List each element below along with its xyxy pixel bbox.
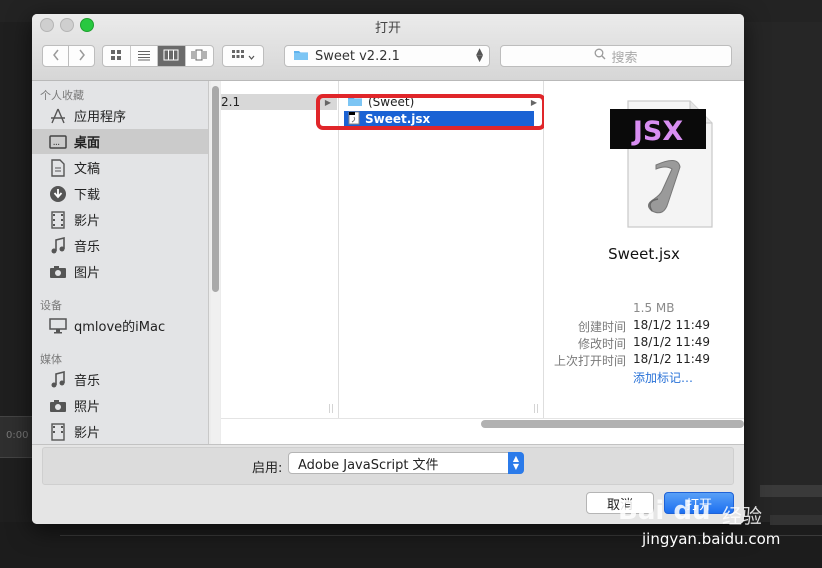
watermark-url: jingyan.baidu.com xyxy=(642,530,781,548)
sidebar: 个人收藏 应用程序 ... 桌面 文稿 下载 影片 音乐 图片 设备 qmlov… xyxy=(32,81,209,444)
jsx-file-icon: JSX xyxy=(608,95,714,231)
preview-last-opened-value: 18/1/2 11:49 xyxy=(633,352,711,366)
sidebar-item-label: qmlove的iMac xyxy=(74,320,166,335)
sidebar-item-media-photos[interactable]: 照片 xyxy=(32,393,208,418)
enable-select-value: Adobe JavaScript 文件 xyxy=(298,457,439,473)
preview-modified-value: 18/1/2 11:49 xyxy=(633,335,711,349)
preview-last-opened-label: 上次打开时间 xyxy=(553,354,626,368)
window-title: 打开 xyxy=(374,21,401,36)
search-field[interactable]: 搜索 xyxy=(500,45,732,67)
back-button[interactable] xyxy=(42,45,69,67)
preview-pane: JSX Sweet.jsx 1.5 MB 创建时间 18/1/2 11:49 修… xyxy=(544,81,744,418)
sidebar-item-label: 影片 xyxy=(74,426,101,441)
add-tags-link[interactable]: 添加标记… xyxy=(633,369,693,386)
preview-created-value: 18/1/2 11:49 xyxy=(633,318,711,332)
annotation-highlight-box xyxy=(316,94,546,130)
sidebar-section-media: 媒体 xyxy=(40,353,62,366)
list-view-button[interactable] xyxy=(131,46,158,66)
background-app-left-panel xyxy=(0,22,32,568)
sidebar-item-downloads[interactable]: 下载 xyxy=(32,181,208,206)
browser-column-2: (Sweet) ▶ Sweet.jsx || xyxy=(339,81,544,418)
search-icon xyxy=(594,48,606,64)
location-popup[interactable]: Sweet v2.2.1 ▲ ▼ xyxy=(284,45,490,67)
sidebar-item-label: 影片 xyxy=(74,214,101,229)
sidebar-item-documents[interactable]: 文稿 xyxy=(32,155,208,180)
movies-icon xyxy=(48,422,68,441)
preview-modified-label: 修改时间 xyxy=(577,337,626,351)
sidebar-item-label: 桌面 xyxy=(74,136,101,151)
jsx-badge-text: JSX xyxy=(631,116,683,147)
chevron-down-icon xyxy=(248,49,255,63)
movies-icon xyxy=(48,210,68,229)
svg-text:...: ... xyxy=(53,140,60,147)
sidebar-item-label: 下载 xyxy=(74,188,101,203)
applications-icon xyxy=(48,107,68,125)
sidebar-section-devices: 设备 xyxy=(40,299,62,312)
sidebar-item-desktop[interactable]: ... 桌面 xyxy=(32,129,208,154)
enable-label: 启用: xyxy=(252,461,283,476)
cover-flow-icon xyxy=(190,49,208,64)
view-mode-selector xyxy=(102,45,214,67)
sidebar-item-label: 图片 xyxy=(74,266,101,281)
background-time-text: 0:00 xyxy=(6,430,29,441)
column-resize-handle[interactable]: || xyxy=(328,404,334,414)
arrange-grid-icon xyxy=(231,49,245,64)
baidu-watermark: Bai du 经验 jingyan.baidu.com xyxy=(612,492,792,562)
sidebar-item-applications[interactable]: 应用程序 xyxy=(32,103,208,128)
forward-button[interactable] xyxy=(68,45,95,67)
sidebar-item-media-movies[interactable]: 影片 xyxy=(32,419,208,444)
computer-icon xyxy=(48,317,68,335)
open-file-dialog: 打开 Sweet v2.2.1 ▲ ▼ 搜索 个人收藏 应用程序 ... 桌面 … xyxy=(32,14,744,524)
grid-icon xyxy=(110,49,122,64)
photos-icon xyxy=(48,397,68,415)
updown-chevron-icon: ▲ ▼ xyxy=(508,452,524,474)
sidebar-item-label: 音乐 xyxy=(74,374,101,389)
chevron-left-icon xyxy=(52,49,60,64)
sidebar-scrollbar-thumb[interactable] xyxy=(212,86,219,292)
folder-icon xyxy=(293,48,309,65)
sidebar-section-favorites: 个人收藏 xyxy=(40,89,84,102)
list-icon xyxy=(137,49,151,64)
horizontal-scrollbar-thumb[interactable] xyxy=(481,420,744,428)
documents-icon xyxy=(48,158,68,177)
columns-icon xyxy=(163,49,179,64)
sidebar-item-label: 应用程序 xyxy=(74,110,127,125)
preview-created-label: 创建时间 xyxy=(577,320,626,334)
browser-column-1: 2.1 ▶ || xyxy=(221,81,339,418)
search-placeholder: 搜索 xyxy=(611,50,638,66)
sidebar-item-movies[interactable]: 影片 xyxy=(32,207,208,232)
cover-flow-button[interactable] xyxy=(186,46,213,66)
watermark-logo: Bai du xyxy=(618,496,711,526)
music-icon xyxy=(48,236,68,255)
enable-file-type-select[interactable]: Adobe JavaScript 文件 ▲ ▼ xyxy=(288,452,524,474)
watermark-text: 经验 xyxy=(722,504,762,528)
music-icon xyxy=(48,370,68,389)
sidebar-item-imac[interactable]: qmlove的iMac xyxy=(32,313,208,338)
sidebar-item-media-music[interactable]: 音乐 xyxy=(32,367,208,392)
chevron-right-icon xyxy=(78,49,86,64)
downloads-icon xyxy=(48,185,68,203)
dialog-titlebar: 打开 Sweet v2.2.1 ▲ ▼ 搜索 xyxy=(32,14,744,81)
sidebar-item-music[interactable]: 音乐 xyxy=(32,233,208,258)
arrange-button[interactable] xyxy=(222,45,264,67)
pictures-icon xyxy=(48,263,68,281)
preview-file-size: 1.5 MB xyxy=(633,301,675,315)
column-view-button[interactable] xyxy=(158,46,186,66)
column-item-label: 2.1 xyxy=(221,95,241,109)
sidebar-item-label: 文稿 xyxy=(74,162,101,177)
location-label: Sweet v2.2.1 xyxy=(315,48,400,64)
sidebar-item-pictures[interactable]: 图片 xyxy=(32,259,208,284)
updown-chevron-icon: ▲ ▼ xyxy=(476,47,483,64)
sidebar-item-label: 照片 xyxy=(74,400,101,415)
desktop-icon: ... xyxy=(48,133,68,151)
sidebar-item-label: 音乐 xyxy=(74,240,101,255)
column-resize-handle[interactable]: || xyxy=(533,404,539,414)
icon-view-button[interactable] xyxy=(103,46,131,66)
preview-file-name: Sweet.jsx xyxy=(608,245,680,263)
